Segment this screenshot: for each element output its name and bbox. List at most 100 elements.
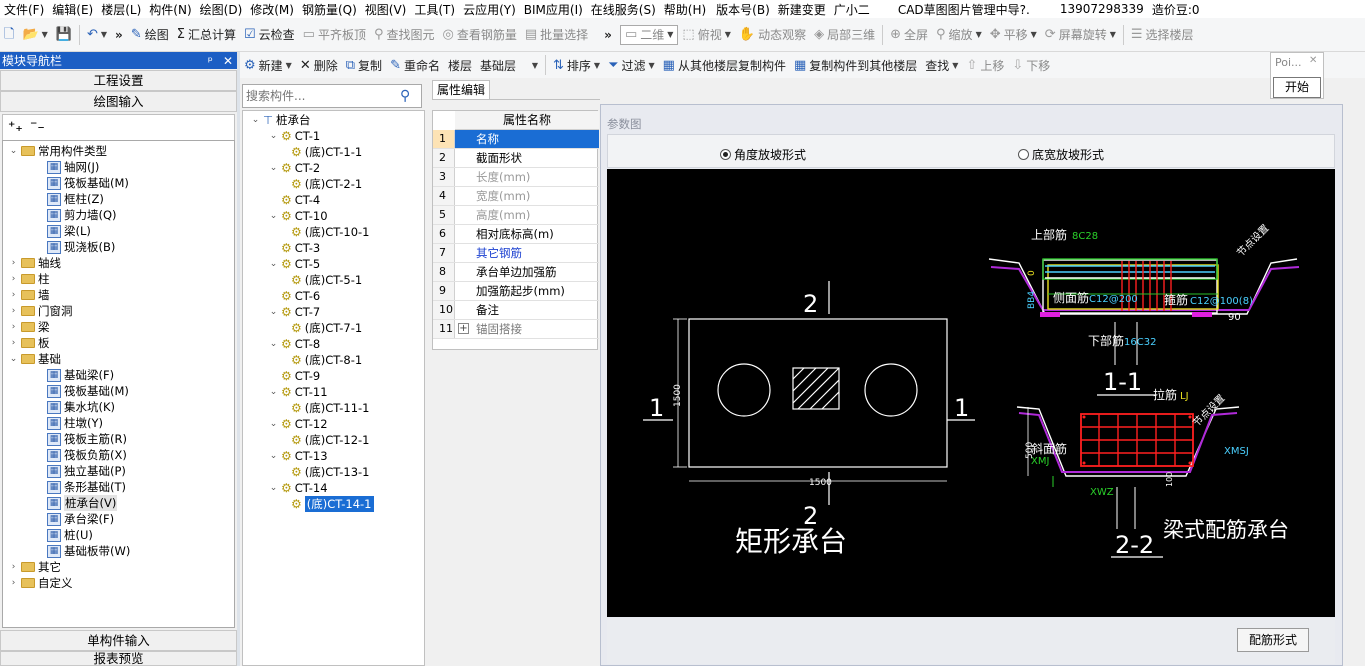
pin-icon[interactable]: ᵖ xyxy=(208,54,213,68)
nav-item[interactable]: ▦ 剪力墙(Q) xyxy=(47,207,117,223)
nav-item[interactable]: ▦ 框柱(Z) xyxy=(47,191,104,207)
nav-folder[interactable]: › 门窗洞 xyxy=(9,303,73,319)
menu-item-2[interactable]: 楼层(L) xyxy=(97,1,145,18)
collapse-icon[interactable]: ⌄ xyxy=(269,448,278,464)
sort-button[interactable]: ⇅ 排序 ▼ xyxy=(549,57,604,74)
splitter[interactable] xyxy=(237,52,240,666)
component-subitem[interactable]: ⚙ (底)CT-1-1 xyxy=(291,144,362,160)
component-subitem[interactable]: ⚙ (底)CT-10-1 xyxy=(291,224,370,240)
menu-item-9[interactable]: 云应用(Y) xyxy=(459,1,520,18)
delete-button[interactable]: ✕ 删除 xyxy=(296,57,342,74)
new-component-button[interactable]: ⚙ 新建 ▼ xyxy=(240,57,296,74)
fullscreen-button[interactable]: ⊕ 全屏 xyxy=(886,26,932,43)
expand-icon[interactable]: › xyxy=(9,303,18,319)
nav-item[interactable]: ▦ 筏板基础(M) xyxy=(47,383,129,399)
nav-item[interactable]: ▦ 桩(U) xyxy=(47,527,93,543)
nav-item[interactable]: ▦ 承台梁(F) xyxy=(47,511,114,527)
batch-select-button[interactable]: ▤ 批量选择 xyxy=(521,26,592,43)
popup-close-icon[interactable]: ✕ xyxy=(1309,55,1322,69)
property-row[interactable]: 9 加强筋起步(mm) xyxy=(433,282,599,301)
menu-item-10[interactable]: BIM应用(I) xyxy=(520,1,587,18)
collapse-icon[interactable]: ⌄ xyxy=(269,128,278,144)
property-row[interactable]: 5 高度(mm) xyxy=(433,206,599,225)
find-element-button[interactable]: ⚲ 查找图元 xyxy=(370,26,439,43)
local-3d-button[interactable]: ◈ 局部三维 xyxy=(810,26,879,43)
save-button[interactable]: 💾 xyxy=(52,28,76,41)
collapse-icon[interactable]: ⌄ xyxy=(269,480,278,496)
menu-item-4[interactable]: 绘图(D) xyxy=(196,1,247,18)
rename-button[interactable]: ✎ 重命名 xyxy=(386,57,444,74)
nav-item[interactable]: ▦ 独立基础(P) xyxy=(47,463,126,479)
component-subitem[interactable]: ⚙ (底)CT-5-1 xyxy=(291,272,362,288)
property-row[interactable]: 6 相对底标高(m) xyxy=(433,225,599,244)
rebar-style-button[interactable]: 配筋形式 xyxy=(1237,628,1309,652)
component-item[interactable]: ⌄ ⚙ CT-12 xyxy=(269,416,328,432)
cloud-check-button[interactable]: ☑ 云检查 xyxy=(240,26,299,43)
menu-item-17[interactable]: 13907298339 xyxy=(1056,2,1148,16)
draw-button[interactable]: ✎ 绘图 xyxy=(127,26,173,43)
radio-angle-slope[interactable]: 角度放坡形式 xyxy=(720,146,806,163)
select-floor-button[interactable]: ☰ 选择楼层 xyxy=(1127,26,1198,43)
component-item[interactable]: ⌄ ⚙ CT-7 xyxy=(269,304,321,320)
new-file-button[interactable]: 🗋 xyxy=(0,28,18,41)
component-item[interactable]: ⌄ ⚙ CT-11 xyxy=(269,384,328,400)
menu-item-14[interactable]: 新建变更 xyxy=(774,1,830,18)
property-row[interactable]: 3 长度(mm) xyxy=(433,168,599,187)
collapse-icon[interactable]: ⌄ xyxy=(269,336,278,352)
property-row[interactable]: 1 名称 xyxy=(433,130,599,149)
nav-item[interactable]: ▦ 筏板负筋(X) xyxy=(47,447,127,463)
sum-calc-button[interactable]: Σ 汇总计算 xyxy=(173,26,240,43)
property-row[interactable]: 8 承台单边加强筋 xyxy=(433,263,599,282)
more-button-2[interactable]: » xyxy=(600,28,616,42)
component-subitem[interactable]: ⚙ (底)CT-14-1 xyxy=(291,496,374,512)
copy-to-floor-button[interactable]: ▦ 复制构件到其他楼层 xyxy=(790,57,921,74)
nav-item[interactable]: ▦ 条形基础(T) xyxy=(47,479,126,495)
nav-folder[interactable]: › 自定义 xyxy=(9,575,73,591)
expand-icon[interactable]: › xyxy=(9,575,18,591)
top-view-button[interactable]: ⬚ 俯视 ▼ xyxy=(678,26,734,43)
single-input-button[interactable]: 单构件输入 xyxy=(0,630,237,651)
move-up-button[interactable]: ⇧ 上移 xyxy=(962,57,1008,74)
nav-folder[interactable]: ⌄ 基础 xyxy=(9,351,61,367)
property-row[interactable]: 7 其它钢筋 xyxy=(433,244,599,263)
collapse-icon[interactable]: ⌄ xyxy=(269,208,278,224)
draw-input-button[interactable]: 绘图输入 xyxy=(0,91,237,112)
menu-item-15[interactable]: 广小二 xyxy=(830,1,874,18)
property-row[interactable]: 11 + 锚固搭接 xyxy=(433,320,599,339)
expand-icon[interactable]: › xyxy=(9,319,18,335)
component-subitem[interactable]: ⚙ (底)CT-2-1 xyxy=(291,176,362,192)
move-down-button[interactable]: ⇩ 下移 xyxy=(1008,57,1054,74)
nav-folder[interactable]: › 其它 xyxy=(9,559,61,575)
component-subitem[interactable]: ⚙ (底)CT-11-1 xyxy=(291,400,370,416)
expand-icon[interactable]: › xyxy=(9,335,18,351)
collapse-icon[interactable]: ⌄ xyxy=(9,143,18,159)
collapse-icon[interactable]: ⌄ xyxy=(269,304,278,320)
nav-item[interactable]: ▦ 轴网(J) xyxy=(47,159,99,175)
collapse-icon[interactable]: ⌄ xyxy=(9,351,18,367)
radio-bottom-slope[interactable]: 底宽放坡形式 xyxy=(1018,146,1104,163)
component-item[interactable]: ⌄ ⚙ CT-13 xyxy=(269,448,328,464)
nav-folder[interactable]: › 梁 xyxy=(9,319,50,335)
menu-item-18[interactable]: 造价豆:0 xyxy=(1148,1,1204,18)
component-item[interactable]: ⚙ CT-3 xyxy=(269,240,320,256)
expand-icon[interactable]: › xyxy=(9,287,18,303)
component-item[interactable]: ⌄ ⚙ CT-10 xyxy=(269,208,328,224)
component-subitem[interactable]: ⚙ (底)CT-13-1 xyxy=(291,464,370,480)
nav-folder[interactable]: › 柱 xyxy=(9,271,50,287)
tree-root[interactable]: ⌄ ⊤ 桩承台 xyxy=(251,112,311,128)
expand-icon[interactable]: › xyxy=(9,559,18,575)
view-rebar-button[interactable]: ◎ 查看钢筋量 xyxy=(439,26,521,43)
copy-from-floor-button[interactable]: ▦ 从其他楼层复制构件 xyxy=(659,57,790,74)
property-row[interactable]: 4 宽度(mm) xyxy=(433,187,599,206)
component-item[interactable]: ⌄ ⚙ CT-2 xyxy=(269,160,321,176)
nav-folder[interactable]: ⌄ 常用构件类型 xyxy=(9,143,107,159)
component-item[interactable]: ⌄ ⚙ CT-5 xyxy=(269,256,321,272)
start-button[interactable]: 开始 xyxy=(1273,77,1321,98)
menu-item-11[interactable]: 在线服务(S) xyxy=(587,1,660,18)
nav-item[interactable]: ▦ 集水坑(K) xyxy=(47,399,115,415)
menu-item-6[interactable]: 钢筋量(Q) xyxy=(298,1,361,18)
component-item[interactable]: ⚙ CT-4 xyxy=(269,192,320,208)
project-settings-button[interactable]: 工程设置 xyxy=(0,70,237,91)
open-button[interactable]: 📂 ▼ xyxy=(18,28,51,41)
menu-item-8[interactable]: 工具(T) xyxy=(410,1,459,18)
